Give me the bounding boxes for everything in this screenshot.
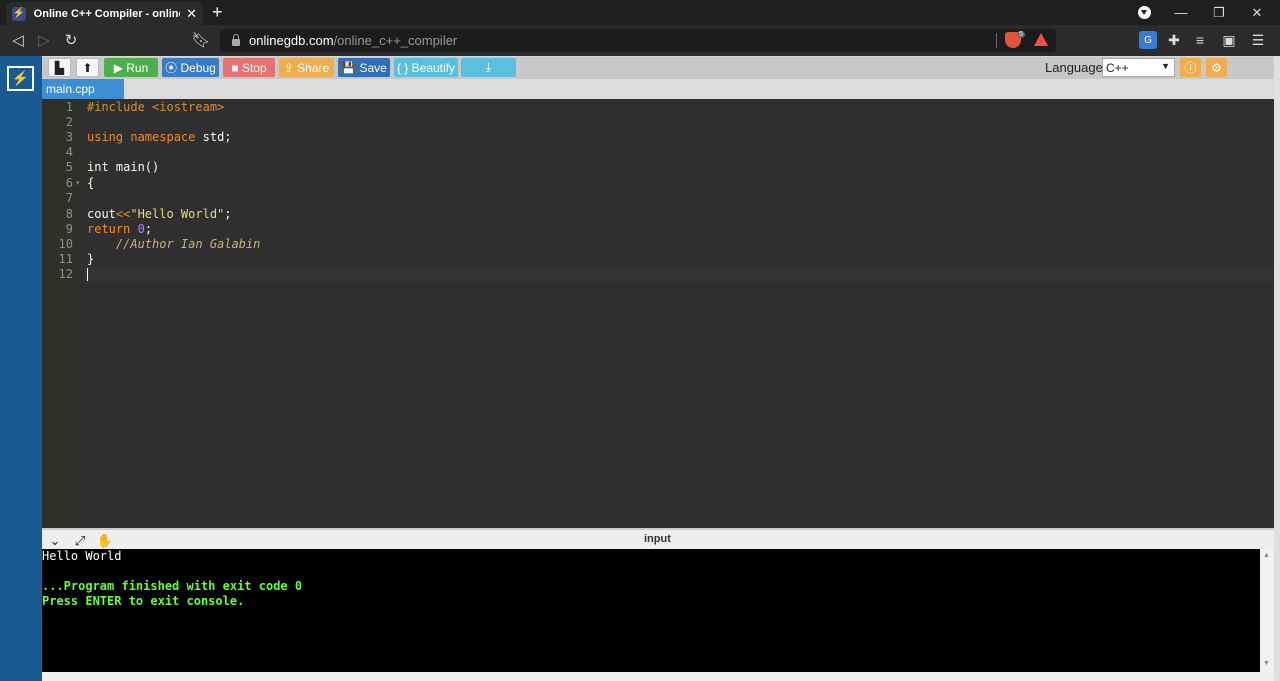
console-scrollbar[interactable]: ▲ ▼ <box>1260 549 1274 672</box>
collapse-console-icon[interactable]: ⌄ <box>47 533 63 549</box>
code-line-5: int main() <box>87 160 160 174</box>
file-tab-bar: main.cpp <box>42 79 1274 99</box>
debug-button[interactable]: ⦿ Debug <box>162 58 219 77</box>
restore-button[interactable]: ❐ <box>1200 0 1238 25</box>
scroll-down-icon[interactable]: ▼ <box>1263 660 1270 667</box>
line-number: 1 <box>65 100 73 114</box>
info-icon[interactable]: ⓘ <box>1180 58 1201 77</box>
onlinegdb-logo-icon[interactable]: ⚡ <box>7 66 34 91</box>
left-sidebar <box>0 56 42 681</box>
url-path: /online_c++_compiler <box>333 33 458 48</box>
tab-title: Online C++ Compiler - online editor <box>33 7 180 20</box>
brave-rewards-icon[interactable] <box>1034 33 1048 46</box>
stop-button[interactable]: ■ Stop <box>223 58 275 77</box>
save-button[interactable]: 💾 Save <box>338 58 390 77</box>
console-title: input <box>644 533 671 545</box>
tab-close-icon[interactable]: ✕ <box>186 6 197 22</box>
expand-console-icon[interactable]: ⤢ <box>72 533 88 549</box>
line-number: 12 <box>58 267 73 281</box>
reload-icon[interactable]: ↻ <box>60 29 82 51</box>
browser-nav-bar: ◁ ▷ ↻ 🔖︎ onlinegdb.com/online_c++_compil… <box>0 25 1280 56</box>
settings-gear-icon[interactable]: ⚙ <box>1206 58 1227 77</box>
code-line-3: using namespace std; <box>87 130 232 144</box>
line-number: 10 <box>58 237 73 251</box>
browser-tab[interactable]: ⚡ Online C++ Compiler - online editor ✕ <box>6 2 203 25</box>
code-area[interactable] <box>84 99 1274 528</box>
code-line-10: //Author Ian Galabin <box>115 237 261 251</box>
line-number: 5 <box>65 160 73 174</box>
run-button[interactable]: ▶ Run <box>104 58 158 77</box>
line-number: 7 <box>65 191 73 205</box>
clear-console-icon[interactable]: ✋ <box>97 533 113 549</box>
line-number: 4 <box>65 145 73 159</box>
console-line: ...Program finished with exit code 0 <box>42 579 303 593</box>
line-number: 2 <box>65 115 73 129</box>
line-number: 8 <box>65 207 73 221</box>
language-value: C++ <box>1106 60 1129 75</box>
new-tab-button[interactable]: + <box>212 3 223 21</box>
forward-icon[interactable]: ▷ <box>33 29 55 51</box>
console-line: Press ENTER to exit console. <box>42 594 245 608</box>
menu-icon[interactable]: ☰ <box>1249 31 1267 49</box>
file-tab-main-cpp[interactable]: main.cpp <box>42 79 124 99</box>
close-window-button[interactable]: ✕ <box>1238 0 1276 25</box>
code-line-1: #include <iostream> <box>87 100 225 114</box>
address-bar[interactable]: onlinegdb.com/online_c++_compiler <box>220 29 1056 52</box>
line-number: 11 <box>58 252 73 266</box>
console-line: Hello World <box>42 549 122 563</box>
downloads-icon[interactable] <box>1138 6 1151 19</box>
code-line-6: { <box>87 176 95 190</box>
brave-shields-count: 5 <box>1017 31 1025 38</box>
beautify-button[interactable]: { } Beautify <box>394 58 458 77</box>
line-number: 9 <box>65 222 73 236</box>
back-icon[interactable]: ◁ <box>7 29 29 51</box>
line-number: 6 <box>65 176 73 190</box>
new-file-icon[interactable]: ▙ <box>48 58 71 77</box>
minimize-button[interactable]: — <box>1162 0 1200 25</box>
onlinegdb-favicon-icon: ⚡ <box>12 6 26 21</box>
download-icon[interactable]: ⤓ <box>461 58 516 77</box>
chevron-down-icon: ▼ <box>1161 61 1170 71</box>
text-cursor <box>87 268 88 281</box>
browser-tab-bar: ⚡ Online C++ Compiler - online editor ✕ … <box>0 0 1280 25</box>
line-gutter: 1 2 3 4 5 6 ▾ 7 8 9 10 11 12 <box>42 99 84 528</box>
fold-arrow-icon[interactable]: ▾ <box>76 179 80 187</box>
console-output[interactable]: Hello World ...Program finished with exi… <box>42 549 1260 672</box>
bookmark-icon[interactable]: 🔖︎ <box>190 29 212 51</box>
lock-icon <box>232 34 240 46</box>
code-editor[interactable]: 1 2 3 4 5 6 ▾ 7 8 9 10 11 12 #include <i… <box>42 99 1274 528</box>
media-queue-icon[interactable]: ≡ <box>1191 31 1209 49</box>
language-select[interactable]: C++ ▼ <box>1102 58 1175 77</box>
code-line-11: } <box>87 252 95 266</box>
scroll-up-icon[interactable]: ▲ <box>1263 552 1270 559</box>
extensions-icon[interactable]: ✚ <box>1165 31 1183 49</box>
bottom-strip <box>42 672 1276 681</box>
upload-file-icon[interactable]: ⬆ <box>76 58 99 77</box>
code-line-8: cout<<"Hello World"; <box>87 207 232 221</box>
active-line-highlight <box>84 267 1274 282</box>
share-button[interactable]: ⇪ Share <box>279 58 334 77</box>
url-host: onlinegdb.com <box>249 33 334 48</box>
page-scrollbar[interactable] <box>1274 56 1280 681</box>
wallet-icon[interactable]: ▣ <box>1220 31 1238 49</box>
code-line-9: return 0; <box>87 222 153 236</box>
translate-extension-icon[interactable]: G <box>1139 31 1157 49</box>
line-number: 3 <box>65 130 73 144</box>
address-divider <box>996 33 997 48</box>
language-label: Language <box>1045 60 1103 75</box>
